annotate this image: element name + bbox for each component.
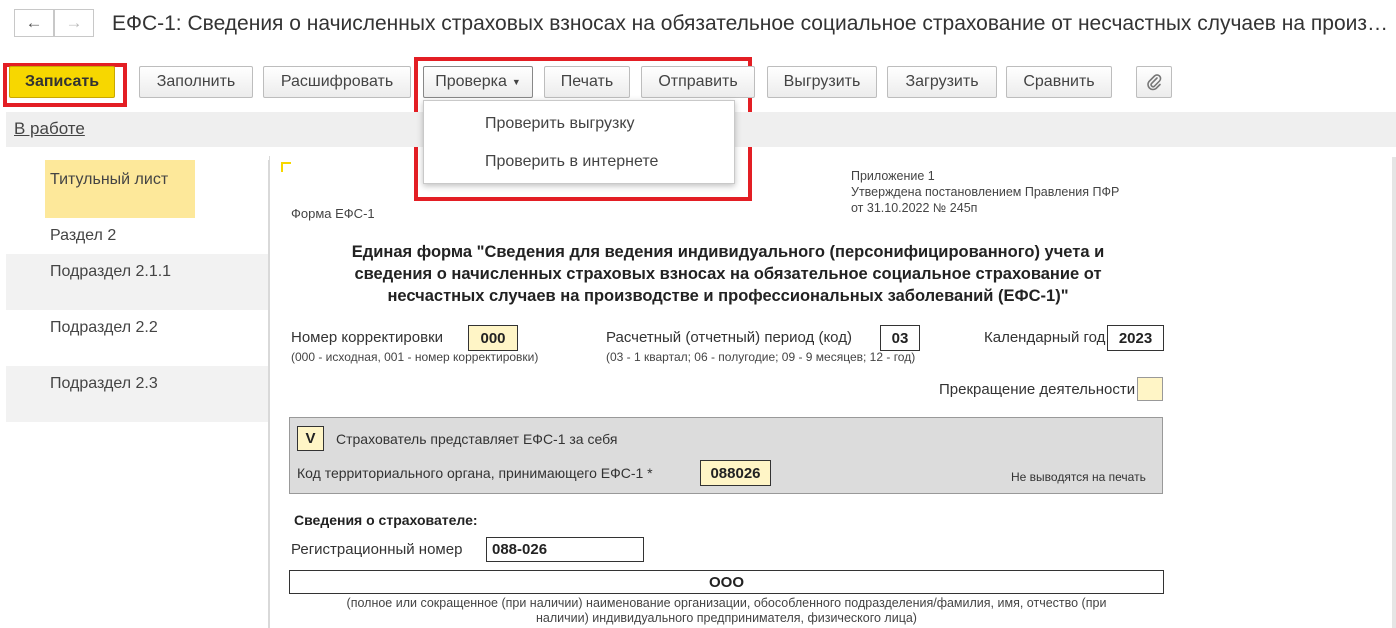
back-button[interactable]: ← [14,9,54,37]
form-left-border [269,156,280,628]
reg-number-label: Регистрационный номер [291,541,463,558]
paperclip-icon [1147,74,1162,91]
check-dropdown-menu: Проверить выгрузку Проверить в интернете [423,100,735,184]
period-code-field[interactable]: 03 [880,325,920,351]
sidebar-item-label: Подраздел 2.3 [50,375,158,392]
sidebar-item-label: Подраздел 2.1.1 [50,263,172,280]
sidebar-item-subsection-2-3[interactable]: Подраздел 2.3 [6,366,268,422]
sidebar-item-section-2[interactable]: Раздел 2 [6,218,268,254]
arrow-left-icon: ← [25,13,43,32]
year-field[interactable]: 2023 [1107,325,1164,351]
status-link[interactable]: В работе [14,119,85,139]
forward-button[interactable]: → [54,9,94,37]
self-submit-label: Страхователь представляет ЕФС-1 за себя [336,431,618,447]
not-printed-note: Не выводятся на печать [1011,470,1146,484]
sidebar-item-label: Титульный лист [50,171,169,188]
sidebar-item-label: Подраздел 2.2 [50,319,158,336]
sidebar-item-title-page[interactable]: Титульный лист [6,160,268,218]
sidebar-item-label: Раздел 2 [50,227,117,244]
appendix-line-1: Приложение 1 [851,169,935,183]
import-button[interactable]: Загрузить [887,66,997,98]
org-name-field[interactable]: ООО [289,570,1164,594]
form-heading-line-3: несчастных случаев на производстве и про… [387,287,1069,305]
window-title: ЕФС-1: Сведения о начисленных страховых … [112,12,1394,35]
org-name-hint-line-1: (полное или сокращенное (при наличии) на… [346,596,1107,610]
menu-item-check-online[interactable]: Проверить в интернете [424,143,734,181]
insurer-section-title: Сведения о страхователе: [294,512,478,528]
form-heading-line-1: Единая форма "Сведения для ведения индив… [351,243,1105,261]
decode-button[interactable]: Расшифровать [263,66,411,98]
territorial-code-label: Код территориального органа, принимающег… [297,465,653,481]
caret-down-icon: ▼ [511,77,521,87]
form-scrollbar[interactable] [1392,157,1396,628]
check-button-label: Проверка [435,73,507,90]
check-menu-button[interactable]: Проверка ▼ [423,66,533,98]
year-label: Календарный год [984,329,1106,346]
termination-checkbox[interactable] [1137,377,1163,401]
termination-label: Прекращение деятельности [939,381,1136,398]
sidebar-item-subsection-2-2[interactable]: Подраздел 2.2 [6,310,268,366]
period-hint: (03 - 1 квартал; 06 - полугодие; 09 - 9 … [606,350,916,364]
form-corner-marker [281,162,291,172]
sections-sidebar: Титульный лист Раздел 2 Подраздел 2.1.1 … [6,160,269,628]
arrow-right-icon: → [65,13,83,32]
fill-button[interactable]: Заполнить [139,66,253,98]
compare-button[interactable]: Сравнить [1006,66,1112,98]
correction-number-field[interactable]: 000 [468,325,518,351]
form-name: Форма ЕФС-1 [291,206,375,221]
export-button[interactable]: Выгрузить [767,66,877,98]
correction-number-label: Номер корректировки [291,329,444,346]
correction-number-hint: (000 - исходная, 001 - номер корректиров… [291,350,539,364]
org-name-hint: (полное или сокращенное (при наличии) на… [289,596,1164,626]
org-name-hint-line-2: наличии) индивидуального предпринимателя… [536,611,917,625]
print-button[interactable]: Печать [544,66,630,98]
form-heading: Единая форма "Сведения для ведения индив… [289,241,1167,307]
self-submit-checkbox[interactable]: V [297,426,324,451]
menu-item-check-export[interactable]: Проверить выгрузку [424,105,734,143]
period-label: Расчетный (отчетный) период (код) [606,329,852,346]
appendix-line-3: от 31.10.2022 № 245п [851,201,978,215]
appendix-line-2: Утверждена постановлением Правления ПФР [851,185,1120,199]
sidebar-item-subsection-2-1-1[interactable]: Подраздел 2.1.1 [6,254,268,310]
reg-number-field[interactable]: 088-026 [486,537,644,562]
save-button[interactable]: Записать [9,66,115,98]
territorial-code-field[interactable]: 088026 [700,460,771,486]
form-heading-line-2: сведения о начисленных страховых взносах… [354,265,1102,283]
attach-button[interactable] [1136,66,1172,98]
send-button[interactable]: Отправить [641,66,755,98]
